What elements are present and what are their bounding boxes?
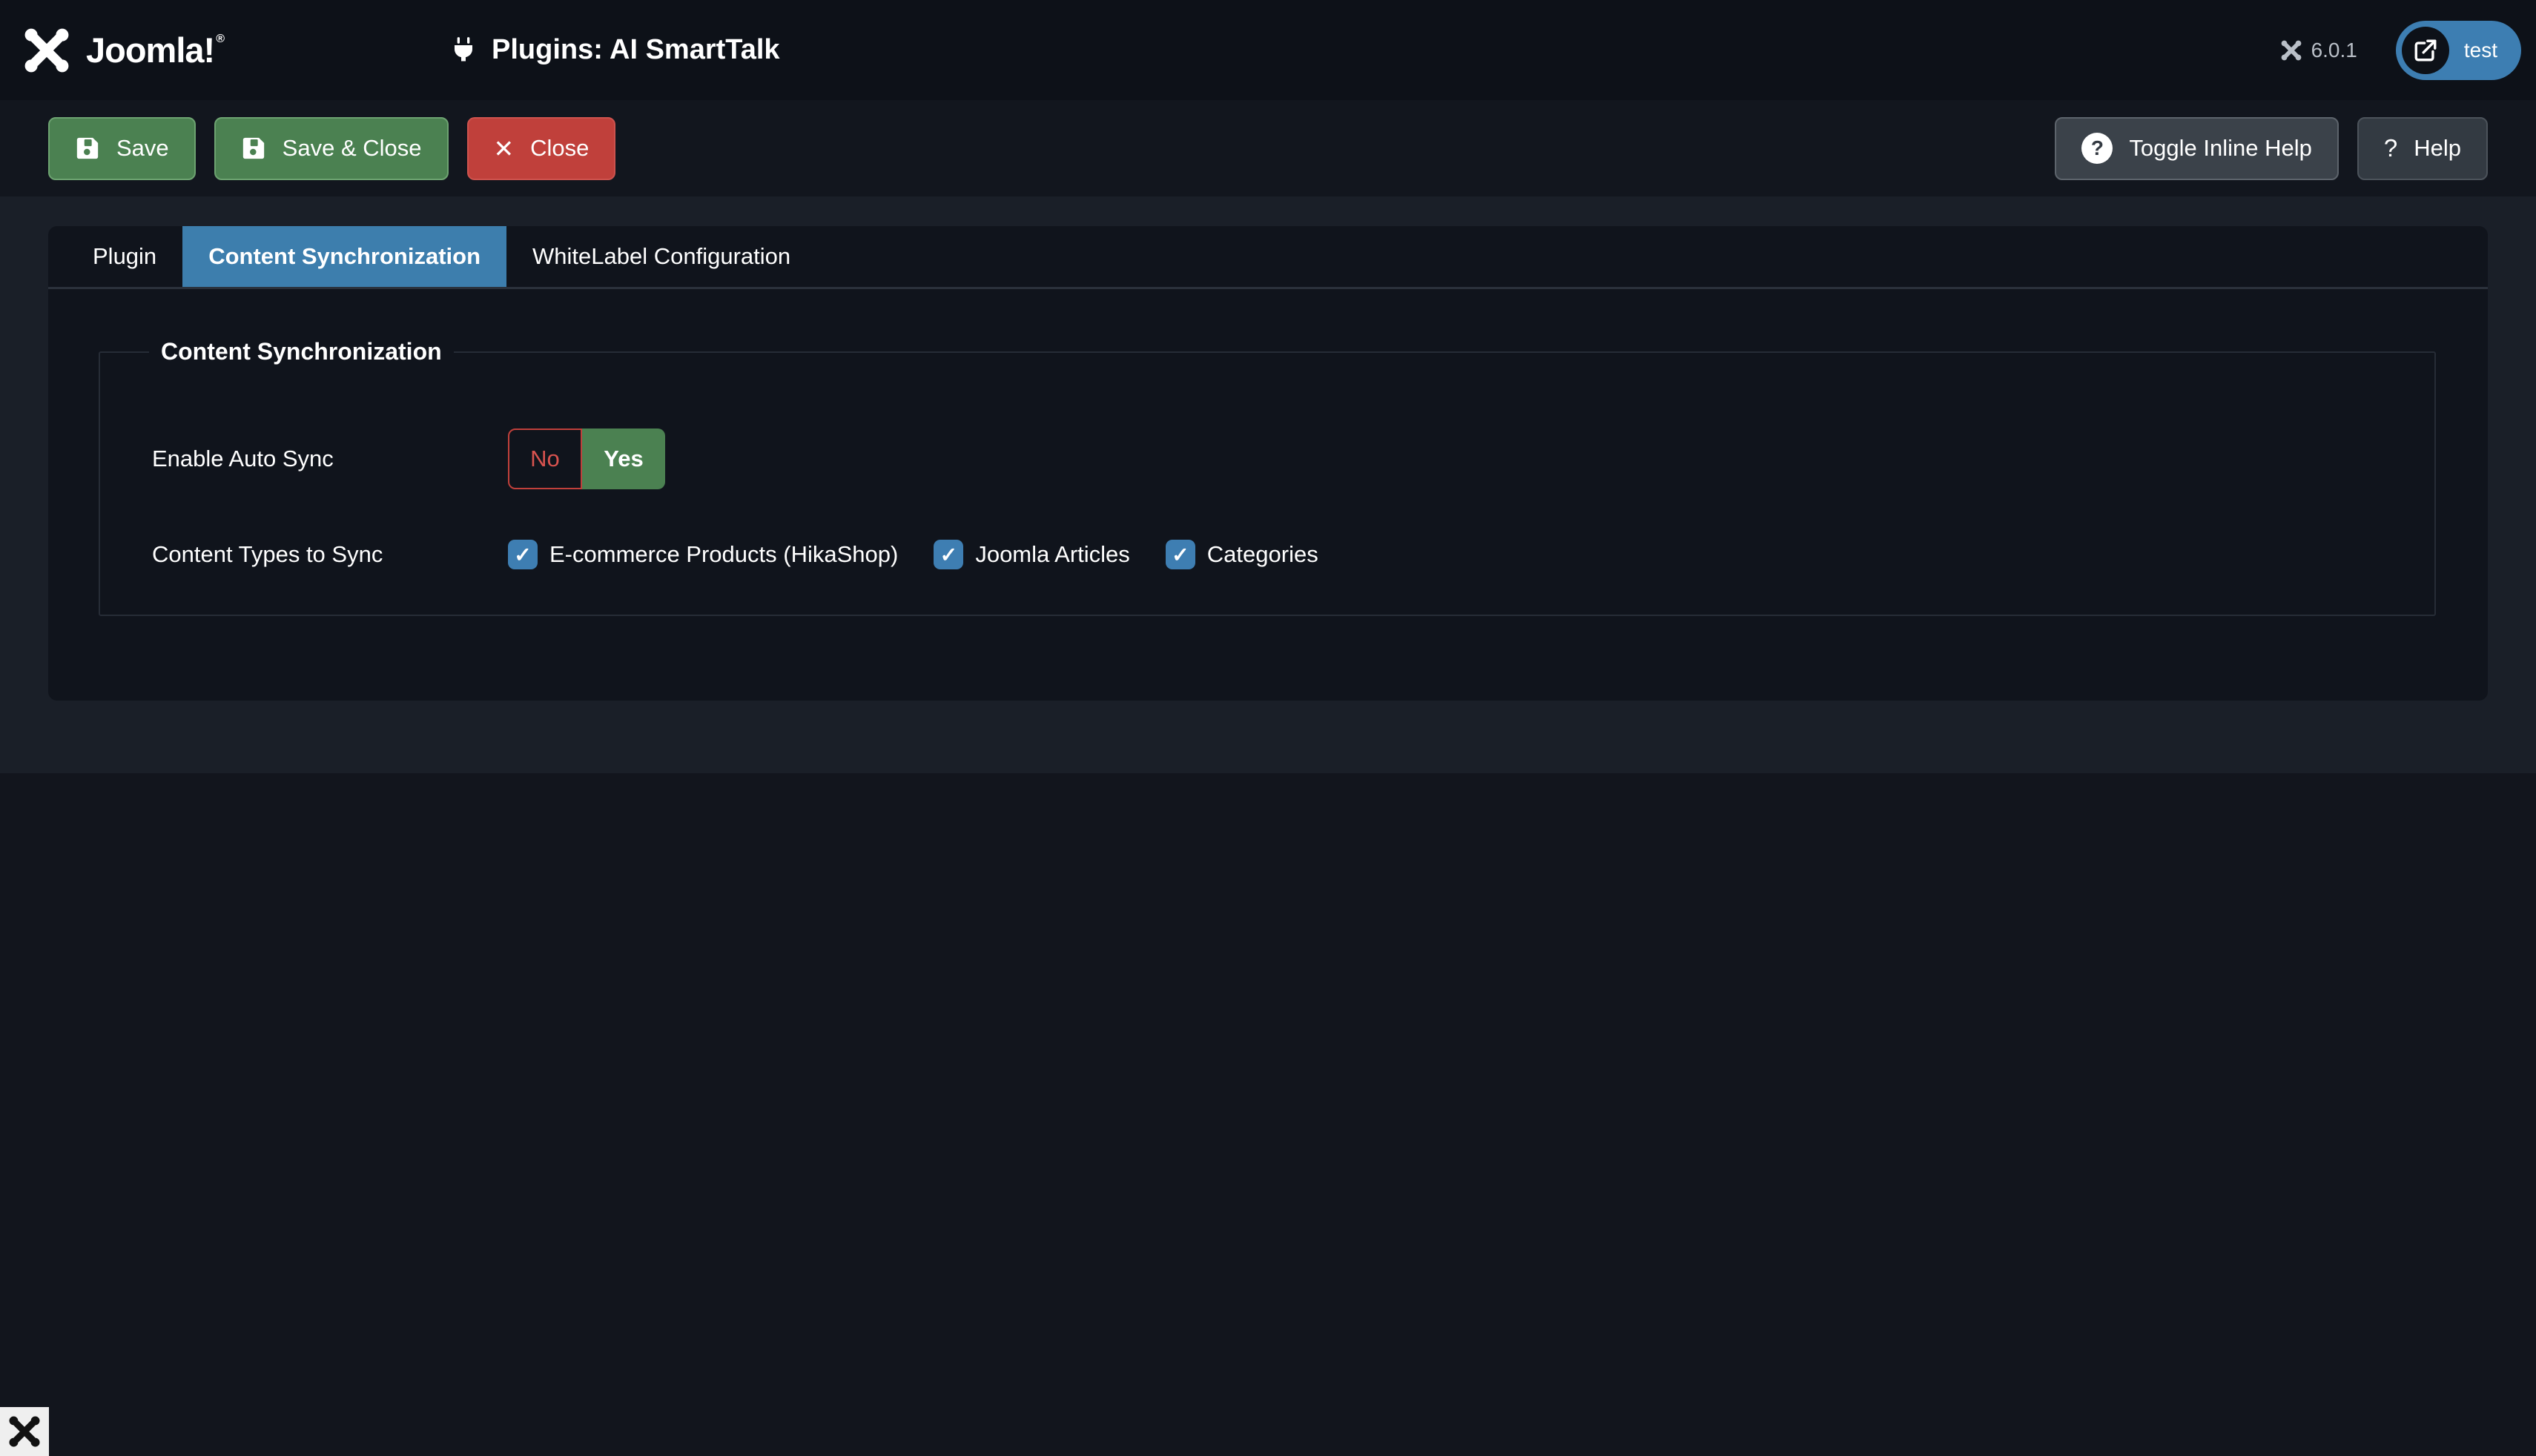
user-label: test [2464, 39, 2497, 62]
joomla-brand[interactable]: Joomla! ® [22, 0, 224, 100]
save-icon [241, 136, 266, 161]
joomla-footer-shortcut[interactable] [0, 1407, 49, 1456]
main-content: Plugin Content Synchronization WhiteLabe… [0, 196, 2536, 773]
close-icon: ✕ [494, 136, 515, 161]
toolbar-left-group: Save Save & Close ✕ Close [48, 117, 615, 180]
fieldset-legend: Content Synchronization [149, 338, 454, 365]
checkbox-hikashop-products[interactable]: ✓ E-commerce Products (HikaShop) [508, 540, 898, 569]
enable-auto-sync-toggle: No Yes [508, 428, 665, 489]
version-text: 6.0.1 [2311, 39, 2357, 62]
auto-sync-no-option[interactable]: No [508, 428, 582, 489]
tab-bar: Plugin Content Synchronization WhiteLabe… [48, 226, 2488, 289]
checkbox-categories[interactable]: ✓ Categories [1166, 540, 1318, 569]
user-menu-button[interactable]: test [2396, 21, 2521, 80]
save-and-close-button[interactable]: Save & Close [214, 117, 449, 180]
checkbox-checked-icon[interactable]: ✓ [1166, 540, 1195, 569]
tab-plugin[interactable]: Plugin [67, 226, 182, 287]
content-sync-fieldset: Content Synchronization Enable Auto Sync… [99, 338, 2436, 616]
enable-auto-sync-row: Enable Auto Sync No Yes [100, 428, 2434, 489]
toggle-inline-help-button[interactable]: ? Toggle Inline Help [2055, 117, 2338, 180]
plug-icon [449, 36, 478, 65]
joomla-version-icon [2280, 39, 2302, 62]
checkbox-checked-icon[interactable]: ✓ [934, 540, 963, 569]
joomla-version: 6.0.1 [2280, 39, 2357, 62]
brand-wordmark: Joomla! ® [86, 30, 224, 70]
auto-sync-yes-option[interactable]: Yes [582, 428, 665, 489]
registered-mark: ® [216, 33, 224, 46]
toolbar-right-group: ? Toggle Inline Help ? Help [2055, 117, 2488, 180]
content-types-label: Content Types to Sync [100, 541, 508, 568]
admin-header: Joomla! ® Plugins: AI SmartTalk 6.0.1 [0, 0, 2536, 100]
close-button[interactable]: ✕ Close [467, 117, 616, 180]
tab-content-synchronization[interactable]: Content Synchronization [182, 226, 506, 287]
help-button[interactable]: ? Help [2357, 117, 2488, 180]
enable-auto-sync-label: Enable Auto Sync [100, 446, 508, 472]
checkbox-joomla-articles[interactable]: ✓ Joomla Articles [934, 540, 1129, 569]
tab-whitelabel-configuration[interactable]: WhiteLabel Configuration [506, 226, 816, 287]
page-title: Plugins: AI SmartTalk [492, 34, 780, 66]
question-icon: ? [2384, 134, 2397, 162]
save-icon [75, 136, 100, 161]
joomla-logo-icon [22, 26, 71, 75]
toolbar: Save Save & Close ✕ Close ? Toggle Inlin… [0, 100, 2536, 196]
page-heading: Plugins: AI SmartTalk [449, 0, 780, 100]
checkbox-checked-icon[interactable]: ✓ [508, 540, 538, 569]
content-types-row: Content Types to Sync ✓ E-commerce Produ… [100, 540, 2434, 569]
external-link-icon [2402, 27, 2449, 74]
save-button[interactable]: Save [48, 117, 196, 180]
content-types-group: ✓ E-commerce Products (HikaShop) ✓ Jooml… [508, 540, 1318, 569]
joomla-icon [7, 1414, 42, 1449]
plugin-edit-card: Plugin Content Synchronization WhiteLabe… [48, 226, 2488, 701]
header-right-group: 6.0.1 test [2280, 0, 2521, 100]
question-circle-icon: ? [2081, 133, 2113, 164]
